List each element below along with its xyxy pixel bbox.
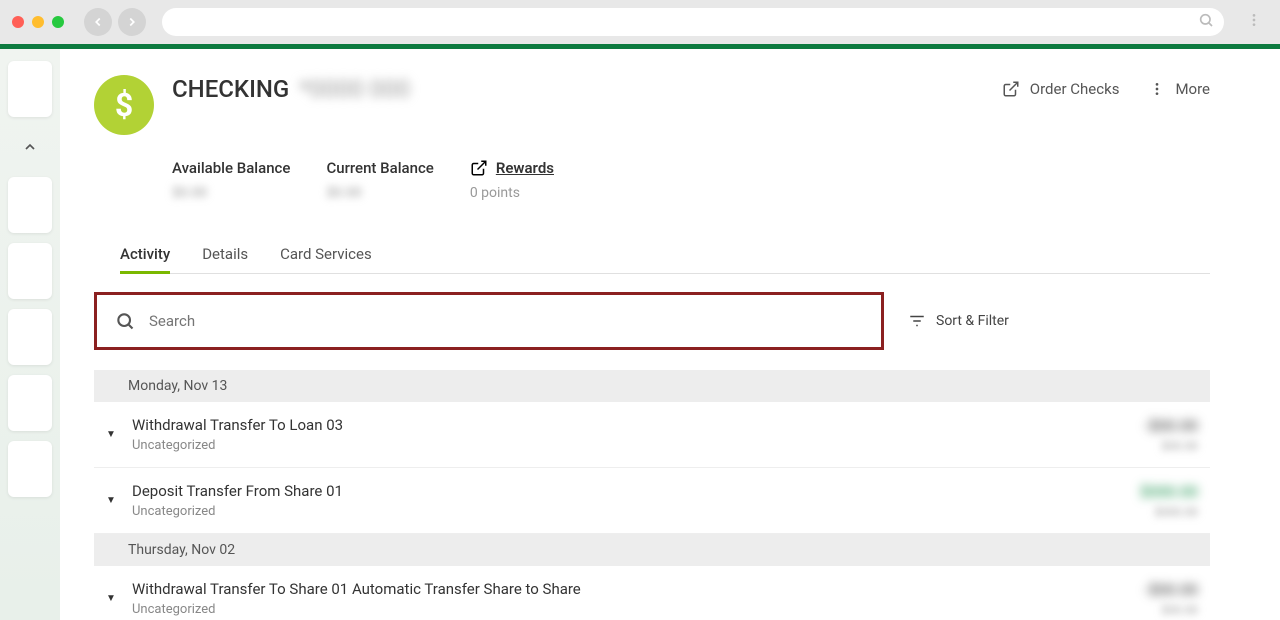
- sidebar-item[interactable]: [8, 375, 52, 431]
- search-icon: [115, 311, 135, 331]
- tab-activity[interactable]: Activity: [120, 235, 170, 273]
- available-balance-value: $0.00: [172, 185, 290, 201]
- account-number-masked: *0000 000: [299, 75, 410, 103]
- external-link-icon: [470, 159, 488, 177]
- window-controls: [12, 16, 64, 28]
- back-button[interactable]: [84, 8, 112, 36]
- external-link-icon: [1002, 80, 1020, 98]
- search-icon: [1198, 12, 1214, 32]
- search-row: Sort & Filter: [94, 292, 1210, 350]
- available-balance-block: Available Balance $0.00: [172, 159, 290, 201]
- expand-caret-icon[interactable]: ▼: [106, 495, 120, 506]
- transaction-balance: $00.00: [1144, 603, 1198, 617]
- content-area: $ CHECKING *0000 000 Order Checks: [60, 49, 1280, 620]
- current-balance-label: Current Balance: [326, 159, 433, 177]
- expand-caret-icon[interactable]: ▼: [106, 593, 120, 604]
- minimize-window-button[interactable]: [32, 16, 44, 28]
- more-icon: [1149, 81, 1165, 97]
- more-button[interactable]: More: [1149, 80, 1210, 98]
- account-header: $ CHECKING *0000 000 Order Checks: [94, 75, 1210, 135]
- transaction-amount: -$00.00: [1144, 416, 1198, 435]
- sidebar-item[interactable]: [8, 61, 52, 117]
- transaction-row[interactable]: ▼ Withdrawal Transfer To Loan 03 Uncateg…: [94, 402, 1210, 468]
- transaction-title: Deposit Transfer From Share 01: [132, 482, 1128, 500]
- account-name: CHECKING: [172, 75, 289, 103]
- close-window-button[interactable]: [12, 16, 24, 28]
- left-sidebar: [0, 49, 60, 620]
- rewards-value: 0 points: [470, 185, 554, 201]
- order-checks-label: Order Checks: [1030, 80, 1120, 98]
- browser-menu-button[interactable]: [1240, 12, 1268, 32]
- transaction-amount: $000.00: [1140, 482, 1198, 501]
- transaction-balance: $00.00: [1144, 439, 1198, 453]
- balances-row: Available Balance $0.00 Current Balance …: [172, 159, 1210, 201]
- rewards-label: Rewards: [496, 159, 554, 177]
- account-title: CHECKING *0000 000: [172, 75, 410, 103]
- transaction-date-header: Thursday, Nov 02: [94, 534, 1210, 566]
- maximize-window-button[interactable]: [52, 16, 64, 28]
- order-checks-button[interactable]: Order Checks: [1002, 80, 1120, 98]
- available-balance-label: Available Balance: [172, 159, 290, 177]
- transaction-title: Withdrawal Transfer To Loan 03: [132, 416, 1132, 434]
- sort-filter-label: Sort & Filter: [936, 313, 1009, 329]
- transaction-balance: $000.00: [1140, 505, 1198, 519]
- rewards-block: Rewards 0 points: [470, 159, 554, 201]
- sidebar-item[interactable]: [8, 309, 52, 365]
- transactions-list: Monday, Nov 13 ▼ Withdrawal Transfer To …: [94, 370, 1210, 620]
- more-label: More: [1175, 80, 1210, 98]
- nav-buttons: [84, 8, 146, 36]
- search-box: [94, 292, 884, 350]
- sidebar-item[interactable]: [8, 243, 52, 299]
- transaction-title: Withdrawal Transfer To Share 01 Automati…: [132, 580, 1132, 598]
- transaction-amount: -$00.00: [1144, 580, 1198, 599]
- transaction-category: Uncategorized: [132, 438, 1132, 453]
- url-bar[interactable]: [162, 8, 1224, 36]
- transaction-category: Uncategorized: [132, 504, 1128, 519]
- transaction-category: Uncategorized: [132, 602, 1132, 617]
- tab-card-services[interactable]: Card Services: [280, 235, 372, 273]
- expand-caret-icon[interactable]: ▼: [106, 429, 120, 440]
- sidebar-collapse-button[interactable]: [8, 127, 52, 167]
- search-input[interactable]: [149, 312, 863, 330]
- rewards-link[interactable]: Rewards: [470, 159, 554, 177]
- transaction-row[interactable]: ▼ Withdrawal Transfer To Share 01 Automa…: [94, 566, 1210, 620]
- current-balance-block: Current Balance $0.00: [326, 159, 433, 201]
- tab-details[interactable]: Details: [202, 235, 248, 273]
- tabs: Activity Details Card Services: [120, 235, 1210, 274]
- dollar-icon: $: [94, 75, 154, 135]
- forward-button[interactable]: [118, 8, 146, 36]
- sidebar-item[interactable]: [8, 441, 52, 497]
- current-balance-value: $0.00: [326, 185, 433, 201]
- transaction-date-header: Monday, Nov 13: [94, 370, 1210, 402]
- sidebar-item[interactable]: [8, 177, 52, 233]
- filter-icon: [908, 312, 926, 330]
- transaction-row[interactable]: ▼ Deposit Transfer From Share 01 Uncateg…: [94, 468, 1210, 534]
- sort-filter-button[interactable]: Sort & Filter: [908, 312, 1009, 330]
- browser-chrome: [0, 0, 1280, 44]
